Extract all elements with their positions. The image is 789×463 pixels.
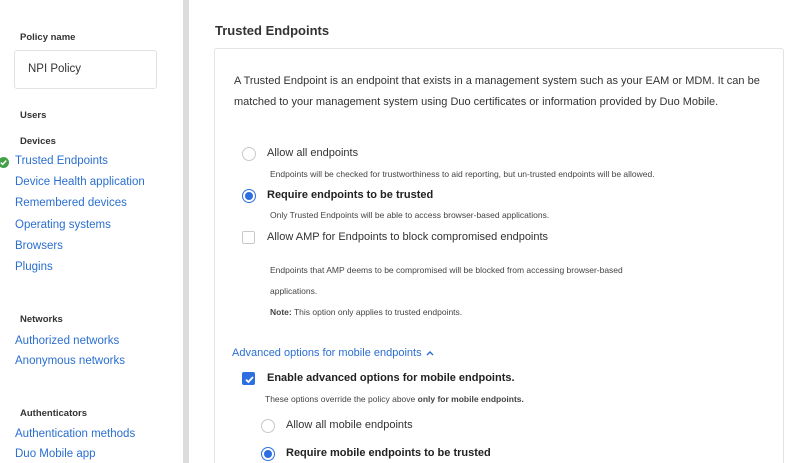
sidebar-item-browsers[interactable]: Browsers bbox=[15, 240, 63, 252]
sidebar-item-remembered-devices[interactable]: Remembered devices bbox=[15, 197, 127, 209]
amp-checkbox[interactable] bbox=[242, 231, 255, 244]
require-mobile-radio[interactable] bbox=[261, 447, 275, 461]
advanced-options-toggle[interactable]: Advanced options for mobile endpoints bbox=[232, 347, 434, 359]
checkmark-icon bbox=[245, 376, 254, 384]
require-endpoints-note: Only Trusted Endpoints will be able to a… bbox=[270, 210, 550, 220]
page-title: Trusted Endpoints bbox=[215, 23, 330, 38]
allow-all-endpoints-label[interactable]: Allow all endpoints bbox=[267, 147, 358, 159]
enable-advanced-checkbox[interactable] bbox=[242, 372, 255, 385]
sidebar-item-authentication-methods[interactable]: Authentication methods bbox=[15, 428, 135, 440]
amp-option-label[interactable]: Allow AMP for Endpoints to block comprom… bbox=[267, 231, 548, 243]
amp-note-bold: Note: bbox=[270, 307, 292, 317]
amp-note-line1: Endpoints that AMP deems to be compromis… bbox=[270, 265, 623, 275]
allow-all-mobile-label[interactable]: Allow all mobile endpoints bbox=[286, 419, 413, 431]
policy-name-field[interactable]: NPI Policy bbox=[14, 50, 157, 89]
sidebar-item-trusted-endpoints[interactable]: Trusted Endpoints bbox=[15, 155, 108, 167]
sidebar: Policy name NPI Policy Users Devices Tru… bbox=[0, 0, 183, 463]
sidebar-item-authorized-networks[interactable]: Authorized networks bbox=[15, 335, 119, 347]
trusted-endpoints-panel: A Trusted Endpoint is an endpoint that e… bbox=[214, 48, 784, 463]
allow-all-endpoints-radio[interactable] bbox=[242, 147, 256, 161]
users-section-label: Users bbox=[20, 110, 47, 121]
allow-all-mobile-radio[interactable] bbox=[261, 419, 275, 433]
require-mobile-label[interactable]: Require mobile endpoints to be trusted bbox=[286, 447, 491, 459]
enable-advanced-label[interactable]: Enable advanced options for mobile endpo… bbox=[267, 372, 515, 384]
amp-note-line2: applications. bbox=[270, 286, 318, 296]
policy-name-label: Policy name bbox=[20, 32, 76, 43]
override-note-bold: only for mobile endpoints. bbox=[417, 394, 524, 404]
networks-section-label: Networks bbox=[20, 314, 63, 325]
require-endpoints-label[interactable]: Require endpoints to be trusted bbox=[267, 189, 433, 201]
intro-text: A Trusted Endpoint is an endpoint that e… bbox=[234, 75, 760, 108]
sidebar-item-operating-systems[interactable]: Operating systems bbox=[15, 219, 111, 231]
sidebar-item-anonymous-networks[interactable]: Anonymous networks bbox=[15, 355, 125, 367]
chevron-up-icon bbox=[426, 347, 434, 359]
check-circle-icon bbox=[0, 157, 9, 168]
devices-section-label: Devices bbox=[20, 136, 56, 147]
amp-note-rest: This option only applies to trusted endp… bbox=[291, 307, 463, 317]
authenticators-section-label: Authenticators bbox=[20, 408, 88, 419]
main-content: Trusted Endpoints A Trusted Endpoint is … bbox=[189, 0, 789, 463]
require-endpoints-radio[interactable] bbox=[242, 189, 256, 203]
override-note-text: These options override the policy above bbox=[265, 394, 418, 404]
advanced-options-label: Advanced options for mobile endpoints bbox=[232, 347, 422, 359]
amp-note-line3: Note: This option only applies to truste… bbox=[270, 307, 462, 317]
sidebar-item-device-health-application[interactable]: Device Health application bbox=[15, 176, 145, 188]
sidebar-item-duo-mobile-app[interactable]: Duo Mobile app bbox=[15, 448, 96, 460]
sidebar-item-plugins[interactable]: Plugins bbox=[15, 261, 53, 273]
allow-all-endpoints-note: Endpoints will be checked for trustworth… bbox=[270, 169, 655, 179]
override-note: These options override the policy above … bbox=[265, 394, 524, 404]
